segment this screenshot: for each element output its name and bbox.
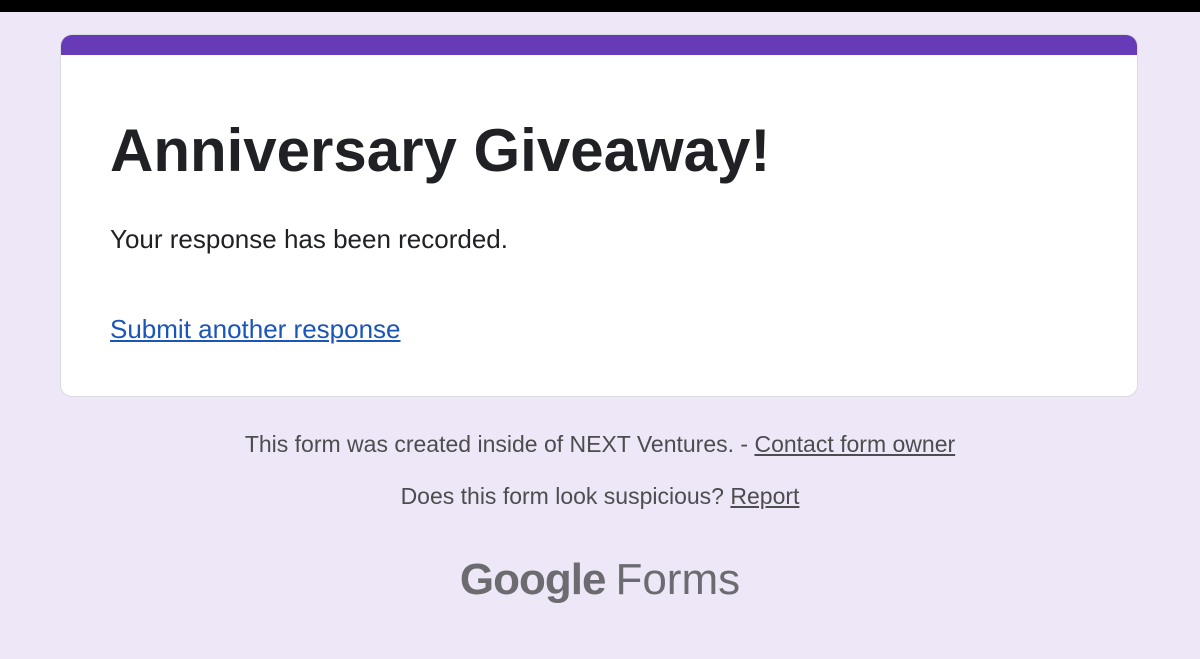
top-bar xyxy=(0,0,1200,12)
suspicious-notice: Does this form look suspicious? Report xyxy=(0,481,1200,511)
submit-another-response-link[interactable]: Submit another response xyxy=(110,311,401,347)
card-accent-bar xyxy=(61,35,1137,55)
created-by-text: This form was created inside of NEXT Ven… xyxy=(244,431,755,457)
contact-form-owner-link[interactable]: Contact form owner xyxy=(754,431,955,457)
brand-product: Forms xyxy=(615,555,741,604)
report-link[interactable]: Report xyxy=(730,483,799,509)
google-forms-logo[interactable]: Google Forms xyxy=(0,552,1200,608)
brand-company: Google xyxy=(459,555,607,604)
confirmation-message: Your response has been recorded. xyxy=(110,224,508,254)
created-by-notice: This form was created inside of NEXT Ven… xyxy=(0,429,1200,459)
form-card: Anniversary Giveaway! Your response has … xyxy=(60,34,1138,397)
suspicious-text: Does this form look suspicious? xyxy=(400,483,731,509)
form-title: Anniversary Giveaway! xyxy=(110,117,771,184)
